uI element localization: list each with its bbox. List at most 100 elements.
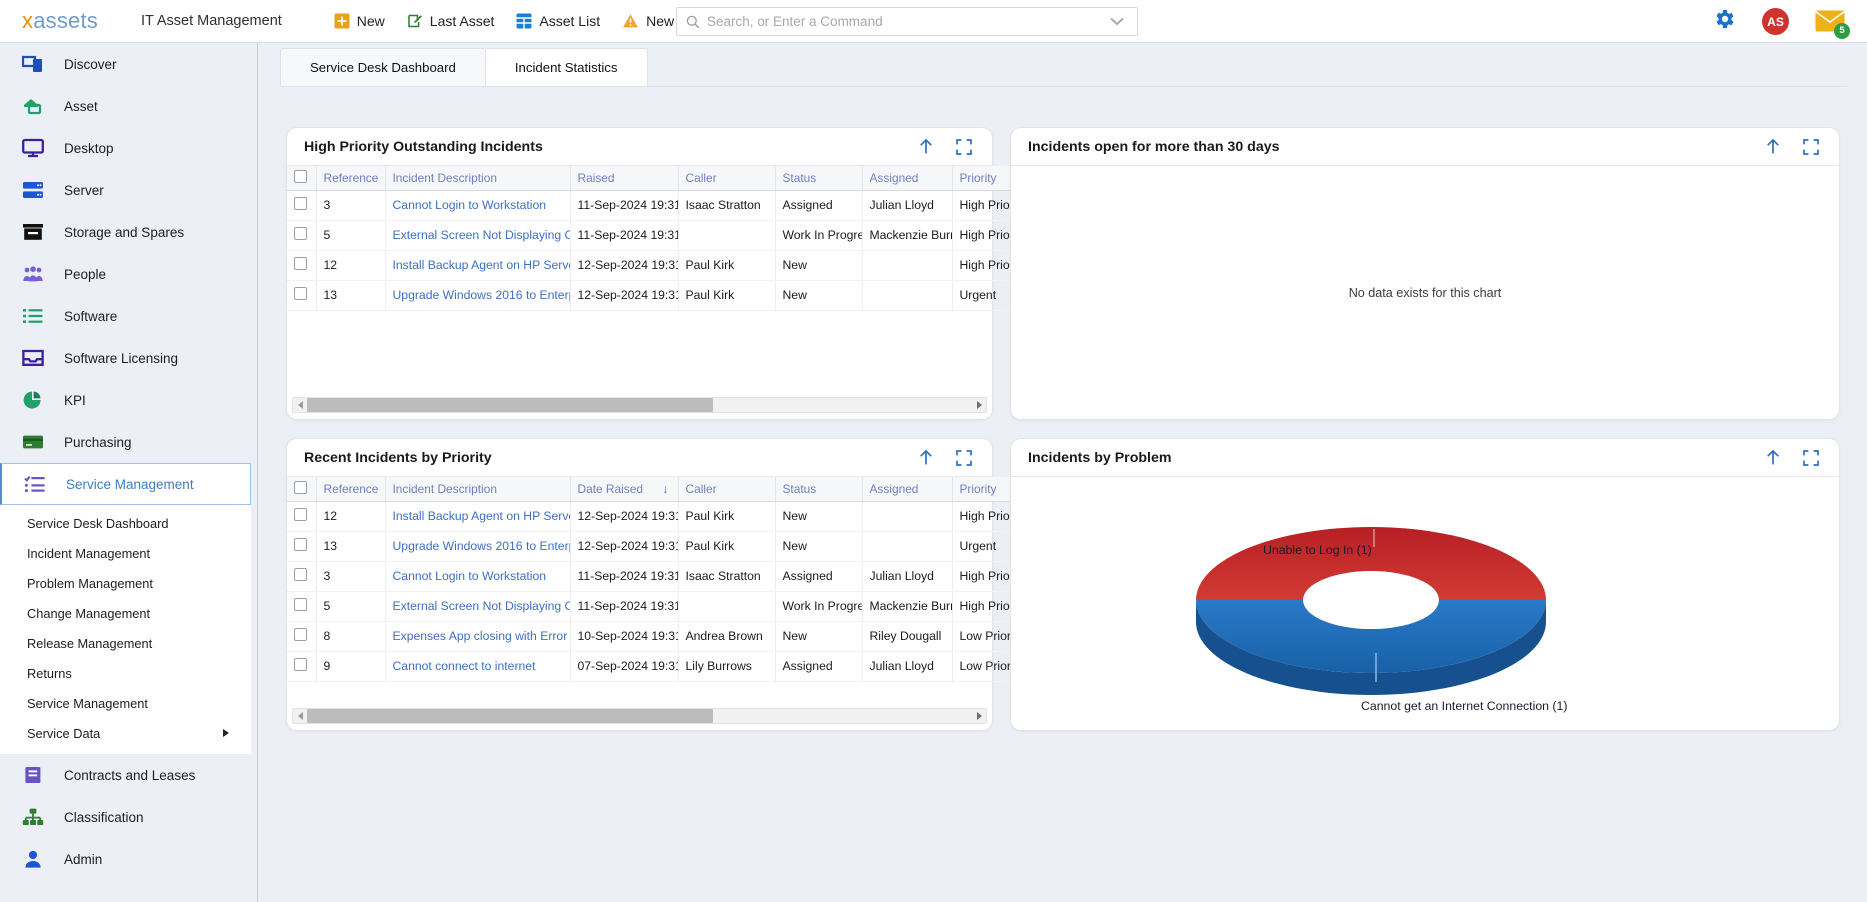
sidebar-subitem-service-management[interactable]: Service Management <box>0 688 251 718</box>
table-row[interactable]: 12 Install Backup Agent on HP Servers 12… <box>287 501 1095 532</box>
gear-icon[interactable] <box>1712 7 1736 36</box>
chevron-down-icon[interactable] <box>1109 16 1125 27</box>
select-all-header[interactable] <box>287 477 317 502</box>
select-all-header[interactable] <box>287 166 317 191</box>
column-assigned[interactable]: Assigned <box>862 477 953 502</box>
column-assigned[interactable]: Assigned <box>862 166 953 191</box>
scroll-right-arrow-icon[interactable] <box>972 401 986 409</box>
row-checkbox[interactable] <box>294 227 307 240</box>
sidebar-subitem-incident-management[interactable]: Incident Management <box>0 538 251 568</box>
cell-description[interactable]: Upgrade Windows 2016 to Enterprise Editi… <box>385 531 571 562</box>
cell-description[interactable]: Cannot Login to Workstation <box>385 190 571 221</box>
table-row[interactable]: 5 External Screen Not Displaying Correct… <box>287 591 1095 622</box>
search-input[interactable] <box>707 14 1109 29</box>
table-row[interactable]: 9 Cannot connect to internet 07-Sep-2024… <box>287 651 1095 682</box>
cell-description[interactable]: Upgrade Windows 2016 to Enterprise Editi… <box>385 280 571 311</box>
row-checkbox[interactable] <box>294 287 307 300</box>
row-checkbox-cell[interactable] <box>287 621 317 652</box>
sidebar-subitem-problem-management[interactable]: Problem Management <box>0 568 251 598</box>
row-checkbox[interactable] <box>294 508 307 521</box>
sidebar-item-purchasing[interactable]: Purchasing <box>0 421 257 463</box>
scrollbar-thumb[interactable] <box>307 398 713 412</box>
row-checkbox-cell[interactable] <box>287 250 317 281</box>
table-row[interactable]: 12 Install Backup Agent on HP Servers 12… <box>287 250 1095 281</box>
sidebar-item-desktop[interactable]: Desktop <box>0 127 257 169</box>
sidebar-subitem-change-management[interactable]: Change Management <box>0 598 251 628</box>
column-reference[interactable]: Reference <box>316 477 386 502</box>
sidebar-item-storage-and-spares[interactable]: Storage and Spares <box>0 211 257 253</box>
cell-description[interactable]: Install Backup Agent on HP Servers <box>385 250 571 281</box>
scroll-left-arrow-icon[interactable] <box>293 712 307 720</box>
fullscreen-icon[interactable] <box>956 449 972 466</box>
tab-service-desk-dashboard[interactable]: Service Desk Dashboard <box>280 48 486 86</box>
row-checkbox-cell[interactable] <box>287 531 317 562</box>
arrow-up-icon[interactable] <box>1765 449 1781 466</box>
quick-action-new[interactable]: New <box>334 13 385 29</box>
mail-button[interactable]: 5 <box>1815 10 1850 39</box>
sidebar-item-people[interactable]: People <box>0 253 257 295</box>
select-all-checkbox[interactable] <box>294 169 307 183</box>
arrow-up-icon[interactable] <box>918 138 934 155</box>
column-raised[interactable]: Raised <box>570 166 679 191</box>
quick-action-asset-list[interactable]: Asset List <box>516 13 600 29</box>
cell-description[interactable]: Expenses App closing with Error <box>385 621 571 652</box>
sidebar-item-discover[interactable]: Discover <box>0 43 257 85</box>
arrow-up-icon[interactable] <box>918 449 934 466</box>
sidebar-item-kpi[interactable]: KPI <box>0 379 257 421</box>
fullscreen-icon[interactable] <box>1803 138 1819 155</box>
select-all-checkbox[interactable] <box>294 480 307 494</box>
sidebar-subitem-service-data[interactable]: Service Data <box>0 718 251 748</box>
scrollbar-track[interactable] <box>307 709 972 723</box>
row-checkbox-cell[interactable] <box>287 561 317 592</box>
row-checkbox[interactable] <box>294 658 307 671</box>
row-checkbox[interactable] <box>294 538 307 551</box>
table-row[interactable]: 5 External Screen Not Displaying Correct… <box>287 220 1095 251</box>
table-row[interactable]: 3 Cannot Login to Workstation 11-Sep-202… <box>287 561 1095 592</box>
table-container[interactable]: Reference Incident Description Date Rais… <box>287 477 1095 730</box>
table-row[interactable]: 8 Expenses App closing with Error 10-Sep… <box>287 621 1095 652</box>
fullscreen-icon[interactable] <box>1803 449 1819 466</box>
app-logo[interactable]: xassets <box>22 8 98 34</box>
sidebar-subitem-service-desk-dashboard[interactable]: Service Desk Dashboard <box>0 508 251 538</box>
scrollbar-track[interactable] <box>307 398 972 412</box>
column-status[interactable]: Status <box>775 477 863 502</box>
donut-chart-3d[interactable] <box>1011 477 1841 731</box>
row-checkbox-cell[interactable] <box>287 501 317 532</box>
column-date-raised[interactable]: Date Raised ↓ <box>570 477 679 502</box>
column-incident-description[interactable]: Incident Description <box>385 477 571 502</box>
arrow-up-icon[interactable] <box>1765 138 1781 155</box>
row-checkbox[interactable] <box>294 257 307 270</box>
avatar[interactable]: AS <box>1762 8 1789 35</box>
row-checkbox[interactable] <box>294 628 307 641</box>
cell-description[interactable]: Cannot connect to internet <box>385 651 571 682</box>
search-bar[interactable] <box>676 7 1138 36</box>
row-checkbox[interactable] <box>294 568 307 581</box>
sidebar-item-software[interactable]: Software <box>0 295 257 337</box>
sidebar-item-classification[interactable]: Classification <box>0 796 257 838</box>
sort-descending-icon[interactable]: ↓ <box>663 482 669 496</box>
sidebar-item-contracts-and-leases[interactable]: Contracts and Leases <box>0 754 257 796</box>
cell-description[interactable]: External Screen Not Displaying Correctly <box>385 220 571 251</box>
sidebar-item-asset[interactable]: Asset <box>0 85 257 127</box>
sidebar-item-software-licensing[interactable]: Software Licensing <box>0 337 257 379</box>
row-checkbox[interactable] <box>294 197 307 210</box>
column-caller[interactable]: Caller <box>678 477 776 502</box>
row-checkbox-cell[interactable] <box>287 220 317 251</box>
cell-description[interactable]: Install Backup Agent on HP Servers <box>385 501 571 532</box>
table-row[interactable]: 3 Cannot Login to Workstation 11-Sep-202… <box>287 190 1095 221</box>
fullscreen-icon[interactable] <box>956 138 972 155</box>
sidebar-item-admin[interactable]: Admin <box>0 838 257 880</box>
sidebar-subitem-release-management[interactable]: Release Management <box>0 628 251 658</box>
scroll-right-arrow-icon[interactable] <box>972 712 986 720</box>
row-checkbox-cell[interactable] <box>287 591 317 622</box>
scrollbar-thumb[interactable] <box>307 709 713 723</box>
horizontal-scrollbar[interactable] <box>292 397 987 413</box>
sidebar-subitem-returns[interactable]: Returns <box>0 658 251 688</box>
row-checkbox-cell[interactable] <box>287 280 317 311</box>
row-checkbox-cell[interactable] <box>287 190 317 221</box>
row-checkbox-cell[interactable] <box>287 651 317 682</box>
sidebar-item-server[interactable]: Server <box>0 169 257 211</box>
quick-action-last-asset[interactable]: Last Asset <box>407 13 494 29</box>
column-incident-description[interactable]: Incident Description <box>385 166 571 191</box>
sidebar-item-service-management[interactable]: Service Management <box>0 463 251 505</box>
